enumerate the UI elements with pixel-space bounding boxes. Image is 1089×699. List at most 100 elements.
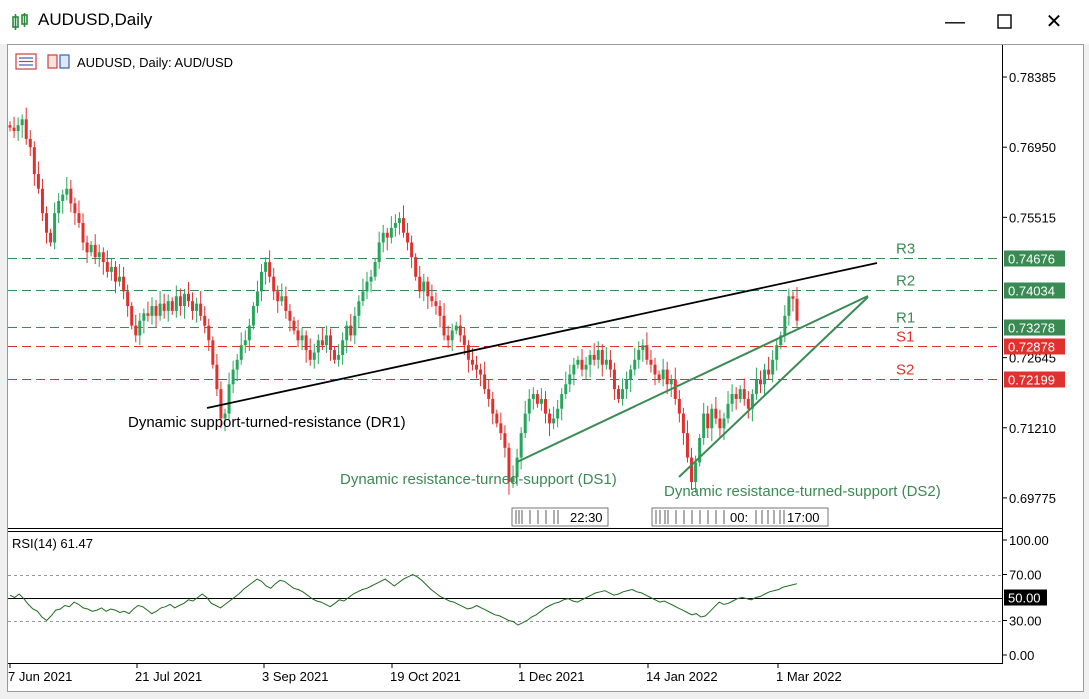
candle-body [458,325,462,336]
candle-body [454,325,458,331]
candle-body [564,384,568,395]
rsi-tick-label: 70.00 [1009,568,1042,583]
candle-body [182,293,186,307]
candle-body [641,345,645,351]
candle-body [406,232,410,243]
candle-body [470,359,474,365]
candle-body [775,345,779,360]
candle-body [109,266,113,272]
candle-body [783,315,787,336]
candle-body [393,222,397,228]
candle-body [353,315,357,336]
candle-body [89,244,93,253]
candle-body [657,374,661,380]
candle-body [588,354,592,365]
candle-body [556,408,560,419]
candle-body [328,335,332,351]
candle-body [150,306,154,316]
candle-body [272,276,276,292]
candle-body [519,433,523,458]
candle-body [239,345,243,360]
candle-body [681,413,685,434]
time-label-strip-1: 22:30 [511,507,609,527]
candle-body [548,413,552,424]
candle-body [608,359,612,370]
candle-body [738,389,742,399]
candle-body [138,320,142,336]
candle-body [787,296,791,316]
candle-body [629,369,633,380]
time-axis: 7 Jun 2021 21 Jul 2021 3 Sep 2021 19 Oct 20… [8,663,842,684]
rsi-line [9,573,798,626]
candle-body [361,291,365,302]
candle-body [349,325,353,336]
candle-body [734,394,738,399]
candle-body [604,359,608,365]
candle-body [154,306,158,316]
candle-body [8,125,12,128]
candle-body [365,281,369,292]
candle-body [369,276,373,282]
candle-body [754,379,758,395]
candle-body [162,303,166,311]
candle-body [146,313,150,316]
symbol-properties-icon[interactable] [47,54,70,69]
rsi-axis: 100.00 70.00 50.00 30.00 0.00 [1002,533,1049,663]
chart-canvas[interactable]: AUDUSD, Daily: AUD/USD 0.78385 0.76950 0.7… [0,0,1089,699]
time-tick-label: 19 Oct 2021 [390,669,461,684]
candle-body [235,359,239,370]
candle-body [491,398,495,414]
candle-body [430,296,434,302]
level-name-r1: R1 [896,310,915,327]
candle-body [633,359,637,370]
candle-body [479,369,483,375]
candle-body [483,374,487,390]
time-tick-label: 21 Jul 2021 [135,669,202,684]
time-tick-label: 1 Dec 2021 [518,669,585,684]
time-tick-label: 3 Sep 2021 [262,669,329,684]
candle-body [791,296,795,299]
candle-body [592,354,596,360]
candle-body [207,325,211,341]
candle-body [746,398,750,409]
candle-body [49,232,53,243]
candle-body [673,379,677,399]
candle-body [243,340,247,346]
candle-body [345,325,349,341]
candle-body [308,350,312,360]
level-price-s1: 0.72878 [1008,340,1055,355]
candle-body [434,301,438,307]
candle-body [97,252,101,258]
candle-body [247,325,251,341]
candle-body [690,457,694,483]
candle-body [101,252,105,263]
candle-body [40,188,44,214]
time-label-b: 00: [730,510,748,525]
candle-body [621,389,625,399]
dr1-annotation: Dynamic support-turned-resistance (DR1) [128,414,406,431]
candle-body [333,350,337,360]
candle-body [758,379,762,385]
level-name-s1: S1 [896,329,914,346]
candle-body [499,423,503,434]
candle-body [438,306,442,316]
candle-body [596,350,600,360]
price-tick-label: 0.75515 [1009,210,1056,225]
time-tick-label: 1 Mar 2022 [776,669,842,684]
candle-body [677,398,681,414]
chart-list-icon[interactable] [15,53,37,70]
candle-body [580,359,584,370]
level-price-r1: 0.73278 [1008,321,1055,336]
candle-body [280,296,284,302]
candle-body [576,359,580,365]
candle-body [118,276,122,282]
candle-body [211,340,215,365]
candle-body [373,262,377,277]
candle-body [93,244,97,258]
candle-body [694,462,698,483]
candle-body [57,200,61,214]
candle-body [539,398,543,404]
candle-body [227,384,231,414]
candle-body [45,213,49,233]
candle-body [410,242,414,258]
